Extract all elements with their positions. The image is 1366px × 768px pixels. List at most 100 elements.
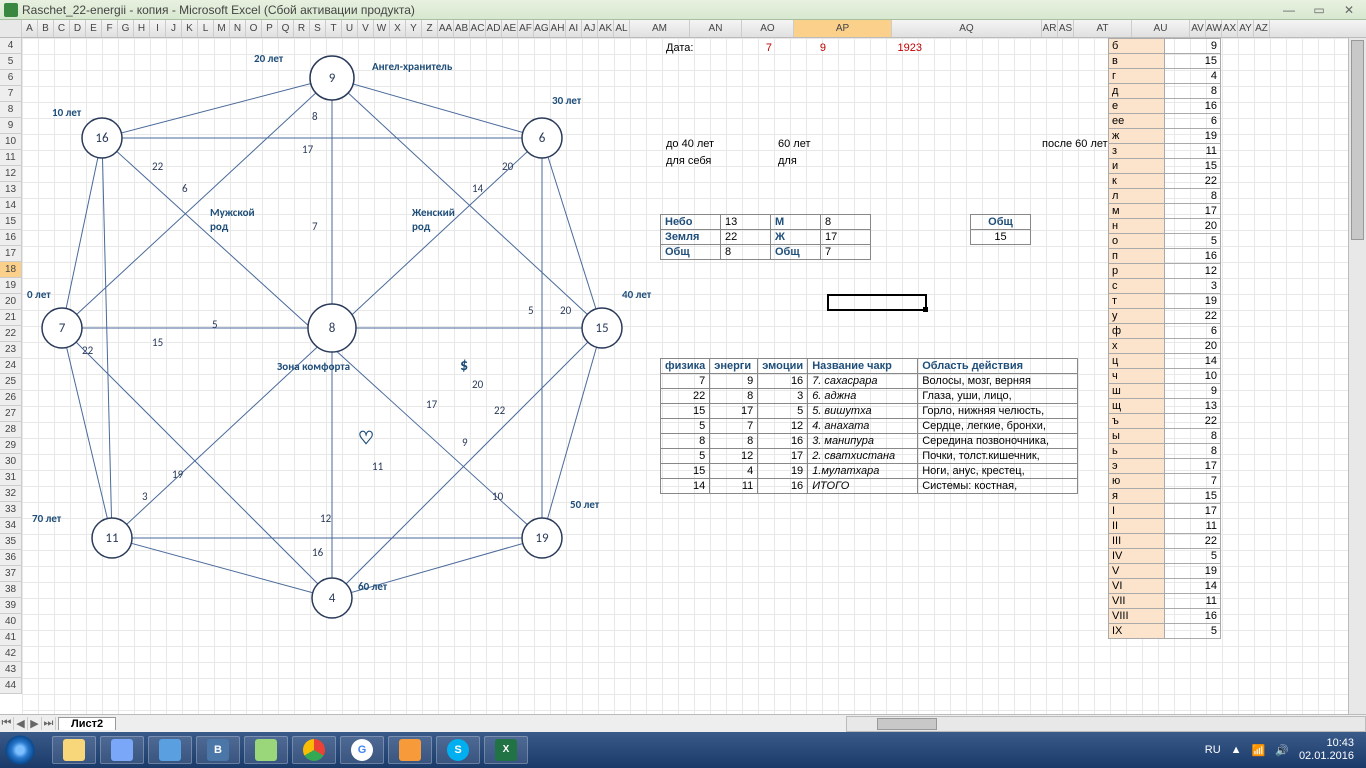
- col-AF[interactable]: AF: [518, 20, 534, 37]
- col-J[interactable]: J: [166, 20, 182, 37]
- tray-network-icon[interactable]: 📶: [1252, 744, 1266, 757]
- col-G[interactable]: G: [118, 20, 134, 37]
- col-AI[interactable]: AI: [566, 20, 582, 37]
- hscroll-thumb[interactable]: [877, 718, 937, 730]
- column-headers[interactable]: ABCDEFGHIJKLMNOPQRSTUVWXYZAAABACADAEAFAG…: [0, 20, 1366, 38]
- row-17[interactable]: 17: [0, 246, 22, 262]
- select-all-corner[interactable]: [0, 20, 22, 37]
- lang-indicator[interactable]: RU: [1205, 744, 1221, 756]
- col-V[interactable]: V: [358, 20, 374, 37]
- taskbar-explorer[interactable]: [52, 736, 96, 764]
- col-E[interactable]: E: [86, 20, 102, 37]
- col-AV[interactable]: AV: [1190, 20, 1206, 37]
- col-W[interactable]: W: [374, 20, 390, 37]
- row-26[interactable]: 26: [0, 390, 22, 406]
- col-T[interactable]: T: [326, 20, 342, 37]
- minimize-button[interactable]: —: [1276, 2, 1302, 18]
- maximize-button[interactable]: ▭: [1306, 2, 1332, 18]
- col-M[interactable]: M: [214, 20, 230, 37]
- row-33[interactable]: 33: [0, 502, 22, 518]
- row-28[interactable]: 28: [0, 422, 22, 438]
- col-B[interactable]: B: [38, 20, 54, 37]
- row-18[interactable]: 18: [0, 262, 22, 278]
- col-O[interactable]: O: [246, 20, 262, 37]
- taskbar-app1[interactable]: [100, 736, 144, 764]
- col-F[interactable]: F: [102, 20, 118, 37]
- col-AH[interactable]: AH: [550, 20, 566, 37]
- col-Y[interactable]: Y: [406, 20, 422, 37]
- col-AQ[interactable]: AQ: [892, 20, 1042, 37]
- row-40[interactable]: 40: [0, 614, 22, 630]
- active-cell[interactable]: [827, 294, 927, 311]
- row-20[interactable]: 20: [0, 294, 22, 310]
- row-43[interactable]: 43: [0, 662, 22, 678]
- row-38[interactable]: 38: [0, 582, 22, 598]
- tab-nav-last[interactable]: ⏭: [42, 717, 56, 730]
- row-16[interactable]: 16: [0, 230, 22, 246]
- col-N[interactable]: N: [230, 20, 246, 37]
- row-30[interactable]: 30: [0, 454, 22, 470]
- row-13[interactable]: 13: [0, 182, 22, 198]
- taskbar-skype[interactable]: S: [436, 736, 480, 764]
- row-22[interactable]: 22: [0, 326, 22, 342]
- row-21[interactable]: 21: [0, 310, 22, 326]
- col-AS[interactable]: AS: [1058, 20, 1074, 37]
- col-Z[interactable]: Z: [422, 20, 438, 37]
- row-27[interactable]: 27: [0, 406, 22, 422]
- col-AP[interactable]: AP: [794, 20, 892, 37]
- col-AZ[interactable]: AZ: [1254, 20, 1270, 37]
- taskbar-vk[interactable]: B: [196, 736, 240, 764]
- vertical-scrollbar[interactable]: [1348, 38, 1366, 714]
- col-AM[interactable]: AM: [630, 20, 690, 37]
- col-AX[interactable]: AX: [1222, 20, 1238, 37]
- taskbar-music[interactable]: [244, 736, 288, 764]
- col-AN[interactable]: AN: [690, 20, 742, 37]
- col-AD[interactable]: AD: [486, 20, 502, 37]
- system-tray[interactable]: RU ▲ 📶 🔊 10:4302.01.2016: [1205, 737, 1362, 763]
- row-8[interactable]: 8: [0, 102, 22, 118]
- row-37[interactable]: 37: [0, 566, 22, 582]
- row-24[interactable]: 24: [0, 358, 22, 374]
- tab-nav-first[interactable]: ⏮: [0, 717, 14, 730]
- row-25[interactable]: 25: [0, 374, 22, 390]
- col-AR[interactable]: AR: [1042, 20, 1058, 37]
- row-15[interactable]: 15: [0, 214, 22, 230]
- tab-nav-prev[interactable]: ◀: [14, 717, 28, 730]
- col-AW[interactable]: AW: [1206, 20, 1222, 37]
- horizontal-scrollbar[interactable]: [846, 716, 1366, 732]
- row-4[interactable]: 4: [0, 38, 22, 54]
- col-AU[interactable]: AU: [1132, 20, 1190, 37]
- tray-flag-icon[interactable]: ▲: [1231, 744, 1242, 756]
- row-35[interactable]: 35: [0, 534, 22, 550]
- row-headers[interactable]: 4567891011121314151617181920212223242526…: [0, 38, 22, 694]
- col-U[interactable]: U: [342, 20, 358, 37]
- worksheet-area[interactable]: 4567891011121314151617181920212223242526…: [0, 38, 1366, 732]
- row-41[interactable]: 41: [0, 630, 22, 646]
- col-AT[interactable]: AT: [1074, 20, 1132, 37]
- row-12[interactable]: 12: [0, 166, 22, 182]
- col-C[interactable]: C: [54, 20, 70, 37]
- row-9[interactable]: 9: [0, 118, 22, 134]
- col-S[interactable]: S: [310, 20, 326, 37]
- taskbar-app2[interactable]: [388, 736, 432, 764]
- col-P[interactable]: P: [262, 20, 278, 37]
- col-AO[interactable]: AO: [742, 20, 794, 37]
- row-31[interactable]: 31: [0, 470, 22, 486]
- taskbar-clock[interactable]: 10:4302.01.2016: [1299, 737, 1354, 763]
- row-34[interactable]: 34: [0, 518, 22, 534]
- row-6[interactable]: 6: [0, 70, 22, 86]
- taskbar-media[interactable]: [148, 736, 192, 764]
- col-AG[interactable]: AG: [534, 20, 550, 37]
- row-44[interactable]: 44: [0, 678, 22, 694]
- col-AE[interactable]: AE: [502, 20, 518, 37]
- start-button[interactable]: [4, 735, 48, 765]
- taskbar-google[interactable]: G: [340, 736, 384, 764]
- row-7[interactable]: 7: [0, 86, 22, 102]
- row-42[interactable]: 42: [0, 646, 22, 662]
- col-AY[interactable]: AY: [1238, 20, 1254, 37]
- row-10[interactable]: 10: [0, 134, 22, 150]
- col-R[interactable]: R: [294, 20, 310, 37]
- col-K[interactable]: K: [182, 20, 198, 37]
- row-11[interactable]: 11: [0, 150, 22, 166]
- col-AB[interactable]: AB: [454, 20, 470, 37]
